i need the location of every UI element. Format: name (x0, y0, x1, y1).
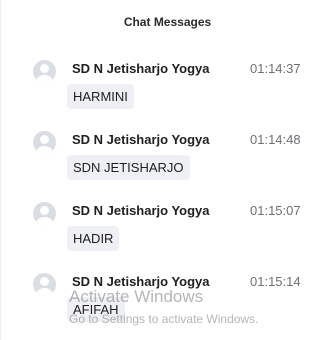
message-time: 01:14:48 (250, 132, 301, 147)
message-text: HARMINI (67, 84, 134, 109)
message-sender: SD N Jetisharjo Yogya (72, 61, 210, 76)
message-text: AFIFAH (67, 297, 125, 322)
message-text: SDN JETISHARJO (67, 155, 190, 180)
user-avatar-icon (33, 202, 56, 225)
message-time: 01:15:14 (250, 274, 301, 289)
message-time: 01:15:07 (250, 203, 301, 218)
user-avatar-icon (33, 273, 56, 296)
user-avatar-icon (33, 131, 56, 154)
message-item: SD N Jetisharjo Yogya 01:14:37 HARMINI (1, 53, 333, 111)
message-item: SD N Jetisharjo Yogya 01:15:14 AFIFAH (1, 266, 333, 324)
message-text: HADIR (67, 226, 120, 251)
user-avatar-icon (33, 60, 56, 83)
message-time: 01:14:37 (250, 61, 301, 76)
message-sender: SD N Jetisharjo Yogya (72, 203, 210, 218)
message-item: SD N Jetisharjo Yogya 01:15:07 HADIR (1, 195, 333, 253)
panel-title: Chat Messages (123, 15, 212, 29)
message-sender: SD N Jetisharjo Yogya (72, 132, 210, 147)
message-item: SD N Jetisharjo Yogya 01:14:48 SDN JETIS… (1, 124, 333, 182)
message-sender: SD N Jetisharjo Yogya (72, 274, 210, 289)
chat-messages-panel: Chat Messages SD N Jetisharjo Yogya 01:1… (0, 0, 333, 340)
